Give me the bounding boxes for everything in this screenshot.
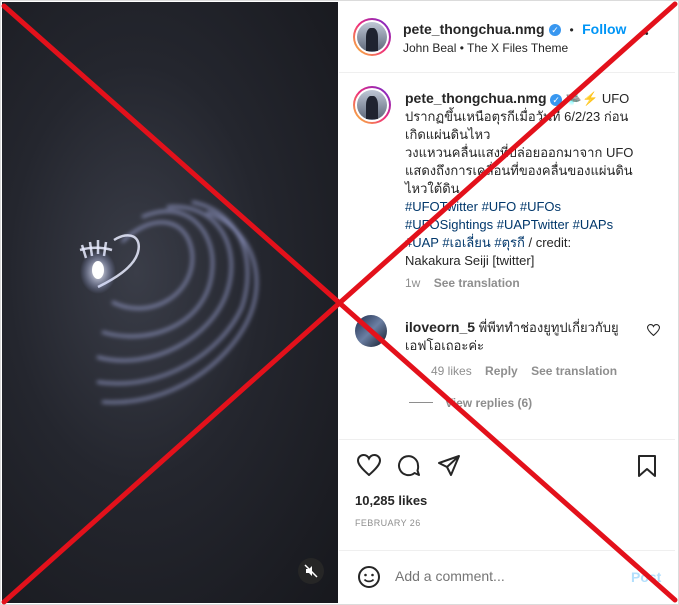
post-comment-button[interactable]: Post — [631, 569, 661, 585]
hashtags[interactable]: #UFOSightings #UAPTwitter #UAPs — [405, 216, 667, 234]
author-avatar[interactable] — [353, 18, 391, 56]
comment-composer: Post — [339, 550, 675, 604]
hashtags[interactable]: #UFOTwitter #UFO #UFOs — [405, 198, 667, 216]
muted-speaker-icon — [304, 564, 318, 578]
caption-see-translation[interactable]: See translation — [434, 276, 520, 290]
comment: iloveorn_5 พี่พีททำช่องยูทูปเกี่ยวกับยู … — [405, 318, 645, 380]
caption-line: แสดงถึงการเคลื่อนที่ของคลื่นของแผ่นดิน — [405, 163, 633, 178]
author-line: pete_thongchua.nmg ✓ • Follow — [403, 21, 626, 39]
like-heart-icon[interactable] — [357, 454, 381, 476]
save-bookmark-icon[interactable] — [637, 454, 657, 478]
commenter-avatar[interactable] — [355, 315, 387, 347]
caption-line: ไหวใต้ดิน — [405, 181, 460, 196]
caption-avatar[interactable] — [353, 86, 391, 124]
hashtags[interactable]: #UAP #เอเลี่ยน #ตุรกี — [405, 235, 525, 250]
comment-input[interactable] — [395, 566, 605, 586]
mute-button[interactable] — [298, 558, 324, 584]
replies-divider — [409, 402, 433, 403]
credit-source: Nakakura Seiji [twitter] — [405, 253, 535, 268]
ufo-video-frame — [79, 200, 259, 404]
caption-line: เกิดแผ่นดินไหว — [405, 127, 491, 142]
comment-text: เอฟโอเถอะค่ะ — [405, 338, 485, 353]
comment-like-heart-icon[interactable] — [647, 324, 660, 336]
caption-line: UFO — [601, 91, 630, 106]
view-replies-button[interactable]: View replies (6) — [445, 396, 532, 410]
share-paper-plane-icon[interactable] — [437, 454, 461, 478]
audio-track[interactable]: John Beal • The X Files Theme — [403, 41, 568, 55]
comment-bubble-icon[interactable] — [397, 454, 421, 478]
separator-dot: • — [569, 23, 574, 37]
caption-emoji: 🛸⚡ — [565, 91, 599, 106]
credit-text: / credit: — [524, 235, 572, 250]
comment-username[interactable]: iloveorn_5 — [405, 319, 475, 335]
post-header: pete_thongchua.nmg ✓ • Follow John Beal … — [339, 2, 675, 73]
action-bar — [339, 439, 675, 490]
caption-line: ปรากฏขึ้นเหนือตุรกีเมื่อวันที่ 6/2/23 ก่… — [405, 109, 629, 124]
verified-badge-icon: ✓ — [550, 93, 563, 106]
likes-count[interactable]: 10,285 likes — [355, 493, 427, 508]
post-sidebar: pete_thongchua.nmg ✓ • Follow John Beal … — [339, 2, 675, 603]
post-date[interactable]: FEBRUARY 26 — [355, 518, 421, 528]
comment-text: พี่พีททำช่องยูทูปเกี่ยวกับยู — [478, 320, 619, 335]
comment-reply-button[interactable]: Reply — [485, 364, 518, 378]
author-username[interactable]: pete_thongchua.nmg — [403, 21, 545, 37]
caption-username[interactable]: pete_thongchua.nmg — [405, 90, 547, 106]
follow-button[interactable]: Follow — [582, 21, 626, 37]
caption-line: วงแหวนคลื่นแสงที่ปล่อยออกมาจาก UFO — [405, 145, 634, 160]
caption: pete_thongchua.nmg ✓ 🛸⚡ UFO ปรากฏขึ้นเหน… — [405, 89, 667, 292]
verified-badge-icon: ✓ — [549, 23, 562, 36]
comment-see-translation[interactable]: See translation — [531, 364, 617, 378]
caption-timestamp[interactable]: 1w — [405, 276, 420, 290]
comment-likes[interactable]: 49 likes — [431, 364, 472, 378]
emoji-smiley-icon[interactable] — [357, 565, 381, 589]
video-player[interactable] — [2, 2, 338, 603]
more-options-icon[interactable]: ••• — [639, 28, 649, 40]
